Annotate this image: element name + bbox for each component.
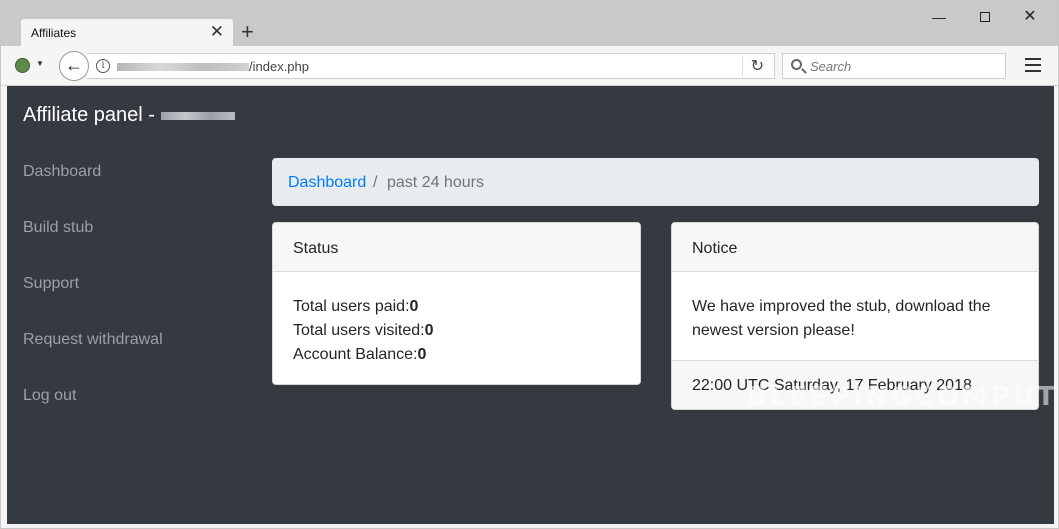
search-placeholder: Search — [810, 59, 852, 74]
status-card-title: Status — [273, 223, 640, 272]
search-icon — [791, 59, 802, 70]
info-icon[interactable]: i — [96, 59, 110, 73]
breadcrumb: Dashboard / past 24 hours — [272, 158, 1039, 206]
new-tab-icon[interactable]: + — [241, 21, 254, 43]
tor-onion-icon[interactable] — [15, 58, 30, 73]
stat-value: 0 — [417, 346, 427, 363]
minimize-icon[interactable]: — — [929, 7, 949, 27]
back-button[interactable]: ← — [59, 51, 89, 81]
page-title: Affiliate panel - — [23, 104, 235, 127]
tab-title: Affiliates — [31, 26, 77, 40]
stat-value: 0 — [409, 298, 419, 315]
stat-row: Account Balance:0 — [293, 346, 427, 363]
breadcrumb-separator: / — [373, 174, 378, 191]
search-input[interactable]: Search — [782, 53, 1006, 79]
sidebar-item-build-stub[interactable]: Build stub — [23, 219, 93, 237]
maximize-icon[interactable] — [975, 7, 995, 27]
title-bar: Affiliates ✕ + — ✕ — [1, 1, 1058, 47]
url-text: /index.php — [249, 59, 309, 74]
stat-row: Total users visited:0 — [293, 322, 434, 339]
redacted-name — [160, 111, 235, 120]
status-card: Status Total users paid:0 Total users vi… — [272, 222, 641, 385]
browser-tab[interactable]: Affiliates ✕ — [21, 19, 233, 47]
brand-text: Affiliate panel - — [23, 104, 161, 126]
hamburger-menu-icon[interactable] — [1025, 58, 1041, 72]
address-bar[interactable]: i /index.php ↻ — [87, 53, 775, 79]
redacted-url — [117, 63, 249, 71]
sidebar-item-dashboard[interactable]: Dashboard — [23, 163, 101, 181]
tab-close-icon[interactable]: ✕ — [210, 23, 224, 41]
notice-message: We have improved the stub, download the … — [692, 298, 991, 339]
breadcrumb-dashboard-link[interactable]: Dashboard — [288, 174, 366, 192]
sidebar-item-support[interactable]: Support — [23, 275, 79, 293]
browser-window: Affiliates ✕ + — ✕ ▼ i /index.php ↻ ← Se… — [0, 0, 1059, 529]
sidebar-item-log-out[interactable]: Log out — [23, 387, 76, 405]
reload-icon[interactable]: ↻ — [741, 56, 764, 76]
window-close-icon[interactable]: ✕ — [1020, 7, 1040, 27]
watermark: BLEEPINGCOMPUTER — [747, 382, 1059, 412]
chevron-down-icon[interactable]: ▼ — [36, 59, 44, 68]
stat-value: 0 — [424, 322, 434, 339]
notice-card-title: Notice — [672, 223, 1038, 272]
affiliate-page: Affiliate panel - Dashboard Build stub S… — [7, 86, 1059, 524]
breadcrumb-current: past 24 hours — [387, 174, 484, 191]
stat-row: Total users paid:0 — [293, 298, 419, 315]
sidebar-item-request-withdrawal[interactable]: Request withdrawal — [23, 331, 163, 349]
navigation-bar: ▼ i /index.php ↻ ← Search — [1, 46, 1058, 86]
status-card-body: Total users paid:0 Total users visited:0… — [293, 295, 434, 367]
